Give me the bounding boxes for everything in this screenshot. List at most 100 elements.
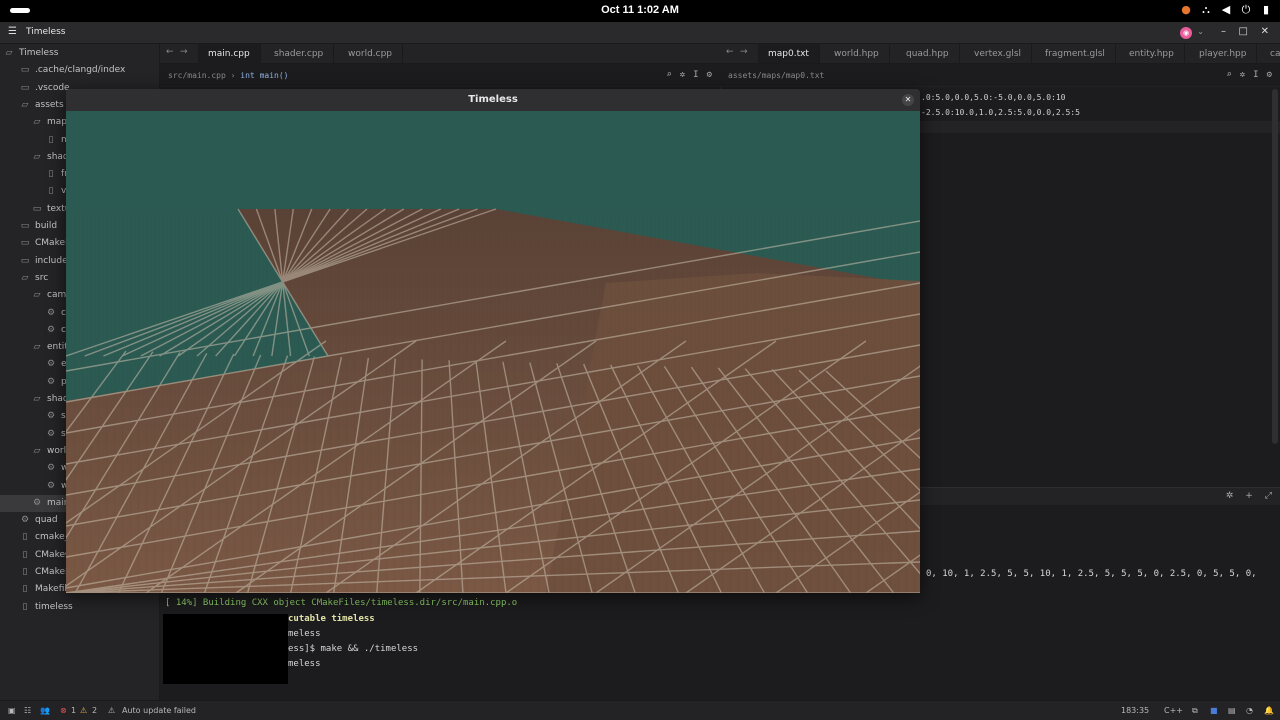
sidebar-item-label: timeless bbox=[35, 601, 73, 612]
tab-overflow[interactable]: ca bbox=[1260, 44, 1280, 63]
close-icon[interactable]: ✕ bbox=[902, 94, 914, 106]
cursor-icon[interactable]: I bbox=[1253, 70, 1258, 80]
update-warning-icon: ⚠ bbox=[108, 706, 116, 715]
file-icon: ▯ bbox=[48, 169, 54, 180]
format-icon[interactable]: ⧉ bbox=[1192, 706, 1198, 716]
sidebar-item-label: assets bbox=[35, 99, 64, 110]
terminal-panel[interactable]: [ 14%] Building CXX object CMakeFiles/ti… bbox=[160, 592, 1280, 700]
language-mode[interactable]: C++ bbox=[1164, 706, 1183, 715]
close-icon[interactable]: ✕ bbox=[1261, 26, 1269, 37]
tab-shader-cpp[interactable]: shader.cpp bbox=[264, 44, 335, 64]
sidebar-item-timeless[interactable]: ▱ Timeless bbox=[0, 45, 160, 62]
tab-map0-txt[interactable]: map0.txt bbox=[758, 44, 820, 63]
tab-player-hpp[interactable]: player.hpp bbox=[1189, 44, 1258, 63]
minimize-icon[interactable]: – bbox=[1221, 26, 1226, 37]
power-icon[interactable]: ⏻ bbox=[1240, 3, 1252, 17]
cpp-file-icon: ⚙ bbox=[46, 307, 56, 318]
assistant-icon[interactable]: ✲ bbox=[1240, 70, 1245, 80]
outline-icon[interactable]: ☷ bbox=[24, 706, 31, 715]
cpp-file-icon: ⚙ bbox=[46, 411, 56, 422]
bell-icon[interactable]: 🔔 bbox=[1264, 706, 1274, 715]
microphone-icon[interactable]: ● bbox=[1180, 3, 1192, 17]
copilot-icon[interactable]: ■ bbox=[1210, 706, 1218, 715]
terminal-line: cutable timeless bbox=[288, 614, 375, 624]
code-line[interactable]: .0:5.0,0.0,5.0:-5.0,0.0,5.0:10 bbox=[921, 93, 1066, 102]
forward-arrow-icon[interactable]: → bbox=[740, 47, 748, 57]
terminal-right-panel[interactable]: 0, 10, 1, 2.5, 5, 5, 10, 1, 2.5, 5, 5, 5… bbox=[920, 505, 1280, 592]
volume-icon[interactable]: ◀ bbox=[1220, 3, 1232, 17]
back-arrow-icon[interactable]: ← bbox=[166, 47, 174, 57]
sidebar-item-label: CMakeF bbox=[35, 238, 71, 249]
sidebar-item-label: CMakeL bbox=[35, 567, 71, 577]
terminal-line: meless bbox=[288, 659, 321, 669]
forward-arrow-icon[interactable]: → bbox=[180, 47, 188, 57]
file-icon: ▯ bbox=[48, 186, 54, 197]
chevron-down-icon[interactable]: ⌄ bbox=[1197, 27, 1204, 36]
folder-open-icon: ▱ bbox=[21, 99, 29, 110]
breadcrumb-symbol[interactable]: main() bbox=[260, 71, 289, 80]
system-tray[interactable]: ● ⛬ ◀ ⏻ ▮ bbox=[1180, 3, 1272, 17]
vertical-scrollbar[interactable] bbox=[1272, 89, 1278, 444]
status-message[interactable]: Auto update failed bbox=[122, 706, 196, 715]
breadcrumb-keyword: int bbox=[240, 71, 255, 80]
sidebar-item--cache-clangd-index[interactable]: ▭ .cache/clangd/index bbox=[0, 62, 160, 79]
sidebar-item-label: .cache/clangd/index bbox=[35, 65, 126, 76]
game-viewport[interactable] bbox=[66, 111, 920, 593]
tab-quad-hpp[interactable]: quad.hpp bbox=[896, 44, 960, 63]
tab-entity-hpp[interactable]: entity.hpp bbox=[1119, 44, 1185, 63]
search-icon[interactable]: ⌕ bbox=[1226, 70, 1231, 80]
assistant-icon[interactable]: ✲ bbox=[1226, 491, 1234, 501]
clock[interactable]: Oct 11 1:02 AM bbox=[0, 4, 1280, 16]
sidebar-item-label: src bbox=[35, 272, 49, 283]
hamburger-menu-icon[interactable]: ☰ bbox=[8, 26, 17, 37]
cpp-file-icon: ⚙ bbox=[32, 497, 42, 508]
maximize-icon[interactable]: □ bbox=[1239, 26, 1248, 37]
breadcrumb-path[interactable]: src/main.cpp bbox=[168, 71, 226, 80]
warning-count[interactable]: 2 bbox=[92, 706, 97, 715]
tab-vertex-glsl[interactable]: vertex.glsl bbox=[964, 44, 1033, 63]
settings-icon[interactable]: ⚙ bbox=[1267, 70, 1272, 80]
cpp-file-icon: ⚙ bbox=[20, 515, 30, 526]
warning-icon[interactable]: ⚠ bbox=[80, 706, 87, 715]
file-icon: ▯ bbox=[22, 584, 28, 595]
terminal-overlay-region bbox=[163, 614, 288, 684]
folder-open-icon: ▱ bbox=[33, 151, 41, 162]
tab-fragment-glsl[interactable]: fragment.glsl bbox=[1035, 44, 1116, 63]
collab-icon[interactable]: 👥 bbox=[40, 706, 50, 715]
system-top-bar: Oct 11 1:02 AM ● ⛬ ◀ ⏻ ▮ bbox=[0, 0, 1280, 22]
cursor-position[interactable]: 183:35 bbox=[1121, 706, 1149, 715]
folder-open-icon: ▱ bbox=[21, 272, 29, 283]
search-icon[interactable]: ⌕ bbox=[666, 70, 671, 80]
folder-open-icon: ▱ bbox=[5, 48, 13, 58]
settings-icon[interactable]: ⚙ bbox=[707, 70, 712, 80]
network-icon[interactable]: ⛬ bbox=[1200, 3, 1212, 17]
chat-icon[interactable]: ▤ bbox=[1228, 706, 1236, 715]
add-terminal-icon[interactable]: + bbox=[1245, 491, 1253, 501]
folder-open-icon: ▱ bbox=[33, 342, 41, 353]
window-title: Timeless bbox=[26, 27, 66, 37]
sidebar-item-timeless[interactable]: ▯ timeless bbox=[0, 599, 160, 616]
floor-texture bbox=[66, 209, 920, 593]
terminal-line: meless bbox=[288, 629, 321, 639]
error-icon[interactable]: ⊗ bbox=[60, 706, 67, 715]
breadcrumb-path[interactable]: assets/maps/map0.txt bbox=[728, 71, 824, 80]
game-window-title: Timeless bbox=[468, 94, 518, 105]
expand-icon[interactable]: ⤢ bbox=[1265, 491, 1272, 501]
bubble-icon[interactable]: ◔ bbox=[1246, 706, 1253, 715]
game-window[interactable]: Timeless ✕ bbox=[66, 89, 920, 593]
cpp-file-icon: ⚙ bbox=[46, 324, 56, 335]
code-line[interactable]: -2.5.0:10.0,1.0,2.5:5.0,0.0,2.5:5 bbox=[921, 108, 1080, 117]
error-count[interactable]: 1 bbox=[71, 706, 76, 715]
avatar[interactable]: ◉ bbox=[1180, 27, 1192, 39]
assistant-icon[interactable]: ✲ bbox=[680, 70, 685, 80]
folder-icon: ▭ bbox=[20, 221, 30, 231]
cursor-icon[interactable]: I bbox=[693, 70, 698, 80]
tab-world-cpp[interactable]: world.cpp bbox=[338, 44, 404, 64]
game-window-titlebar[interactable]: Timeless ✕ bbox=[66, 89, 920, 111]
tab-world-hpp[interactable]: world.hpp bbox=[824, 44, 890, 63]
back-arrow-icon[interactable]: ← bbox=[726, 47, 734, 57]
panel-toggle-icon[interactable]: ▣ bbox=[8, 706, 16, 715]
tab-main-cpp[interactable]: main.cpp bbox=[198, 44, 261, 64]
battery-icon[interactable]: ▮ bbox=[1260, 3, 1272, 17]
file-icon: ▯ bbox=[22, 567, 28, 577]
